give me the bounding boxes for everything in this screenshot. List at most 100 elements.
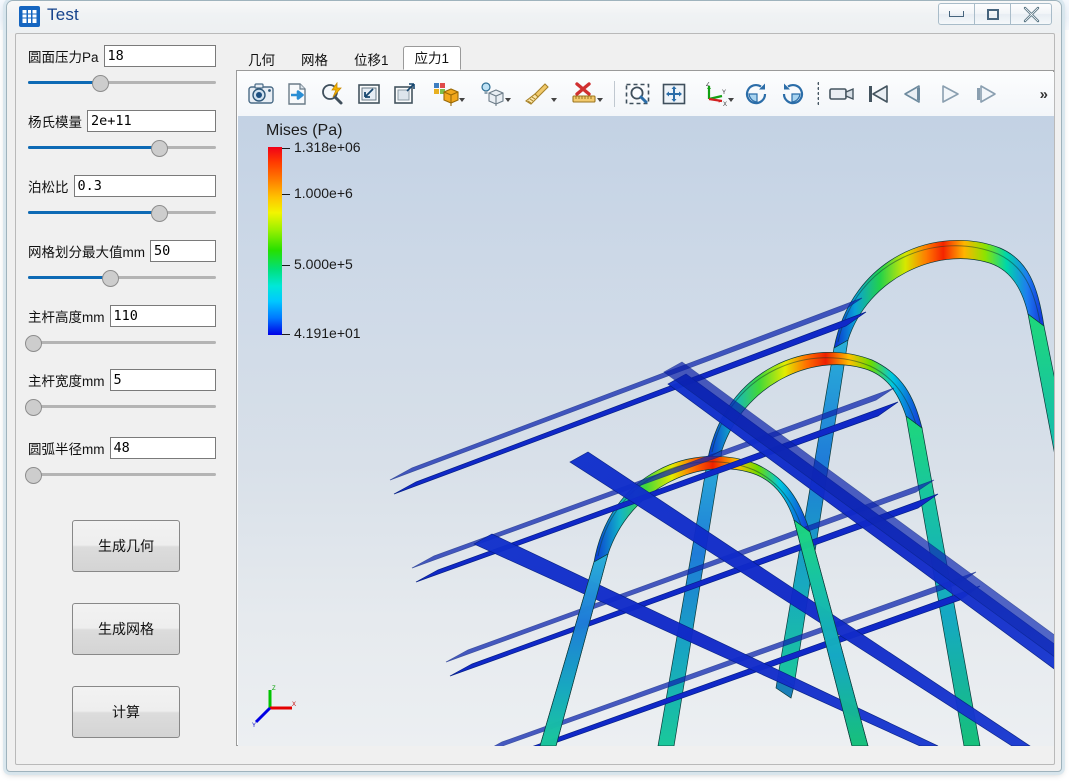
arc-radius-input[interactable] xyxy=(109,437,216,459)
compute-button[interactable]: 计算 xyxy=(72,686,180,738)
surface-pressure-slider[interactable] xyxy=(28,74,216,92)
tab-displacement-1[interactable]: 位移1 xyxy=(342,49,401,70)
application-window: Test 圆面压力Pa 18 杨氏模量 2e+11 泊松比 0.3 网格划分最大… xyxy=(6,0,1062,772)
slider-track xyxy=(28,341,216,344)
client-area: 圆面压力Pa 杨氏模量 xyxy=(15,33,1055,765)
first-frame-button[interactable] xyxy=(861,77,895,111)
viewer-frame: Z Y X » Mises (Pa) 1.318e+06 1.000e+6 5.… xyxy=(236,70,1054,746)
poisson-ratio-slider[interactable] xyxy=(28,204,216,222)
generate-geometry-button[interactable]: 生成几何 xyxy=(72,520,180,572)
slider-thumb[interactable] xyxy=(92,75,110,92)
youngs-modulus-slider[interactable] xyxy=(28,139,216,157)
mesh-max-size-input[interactable] xyxy=(150,240,216,262)
tab-bar: 几何 网格 位移1 应力1 xyxy=(236,45,463,70)
zoom-to-box-button[interactable] xyxy=(388,77,422,111)
next-frame-button[interactable] xyxy=(969,77,1003,111)
mesh-max-size-slider[interactable] xyxy=(28,269,216,287)
export-button[interactable] xyxy=(280,77,314,111)
bar-height-slider[interactable] xyxy=(25,334,216,352)
param-label: 杨氏模量 xyxy=(28,115,82,130)
zoom-selection-icon xyxy=(625,82,651,106)
poisson-ratio-input[interactable] xyxy=(73,175,216,197)
previous-frame-icon xyxy=(902,83,926,105)
param-group-poisson-ratio: 泊松比 xyxy=(16,174,228,222)
slider-track xyxy=(28,405,216,408)
next-frame-icon xyxy=(974,83,998,105)
tab-stress-1[interactable]: 应力1 xyxy=(402,46,462,70)
export-icon xyxy=(285,82,309,106)
chevron-down-icon[interactable] xyxy=(459,98,465,102)
zoom-to-box-icon xyxy=(393,82,417,106)
param-group-surface-pressure: 圆面压力Pa xyxy=(16,44,228,92)
slider-thumb[interactable] xyxy=(101,270,119,287)
rotate-cw-icon xyxy=(744,82,769,106)
param-label: 圆弧半径mm xyxy=(28,442,105,457)
camera-orientation-button[interactable]: Z Y X xyxy=(693,77,737,111)
bar-height-input[interactable] xyxy=(109,305,216,327)
toolbar-overflow-button[interactable]: » xyxy=(1040,86,1048,103)
minimize-button[interactable] xyxy=(938,3,974,25)
slider-fill xyxy=(28,146,158,149)
edit-color-map-button[interactable] xyxy=(424,77,468,111)
screenshot-button[interactable] xyxy=(244,77,278,111)
render-canvas[interactable]: Mises (Pa) 1.318e+06 1.000e+6 5.000e+5 4… xyxy=(238,116,1054,746)
zoom-selection-button[interactable] xyxy=(621,77,655,111)
fit-window-button[interactable] xyxy=(352,77,386,111)
lighting-button[interactable] xyxy=(470,77,514,111)
param-group-youngs-modulus: 杨氏模量 xyxy=(16,109,228,157)
slider-fill xyxy=(28,81,100,84)
toolbar-separator xyxy=(817,81,819,107)
chevron-down-icon[interactable] xyxy=(728,98,734,102)
bar-width-slider[interactable] xyxy=(25,398,216,416)
zoom-auto-button[interactable] xyxy=(316,77,350,111)
animation-icon xyxy=(829,84,855,104)
surface-pressure-input[interactable] xyxy=(103,45,216,67)
edit-color-map-icon xyxy=(433,82,459,106)
param-group-bar-width: 主杆宽度mm xyxy=(16,368,228,416)
chevron-down-icon[interactable] xyxy=(505,98,511,102)
minimize-icon xyxy=(949,11,964,17)
lighting-icon xyxy=(479,82,505,106)
generate-mesh-button[interactable]: 生成网格 xyxy=(72,603,180,655)
bar-width-input[interactable] xyxy=(109,369,216,391)
slider-fill xyxy=(28,276,109,279)
rotate-ccw-button[interactable] xyxy=(775,77,809,111)
svg-text:X: X xyxy=(723,102,727,106)
rotate-cw-button[interactable] xyxy=(739,77,773,111)
chevron-down-icon[interactable] xyxy=(551,98,557,102)
arc-radius-slider[interactable] xyxy=(25,466,216,484)
pan-button[interactable] xyxy=(657,77,691,111)
slider-thumb[interactable] xyxy=(150,205,168,222)
tab-mesh[interactable]: 网格 xyxy=(289,49,340,70)
title-bar[interactable]: Test xyxy=(7,1,1061,33)
slider-thumb[interactable] xyxy=(150,140,168,157)
slider-fill xyxy=(28,211,158,214)
animation-button[interactable] xyxy=(825,77,859,111)
param-label: 主杆宽度mm xyxy=(28,374,105,389)
close-button[interactable] xyxy=(1010,3,1052,25)
param-label: 圆面压力Pa xyxy=(28,50,99,65)
tab-geometry[interactable]: 几何 xyxy=(236,49,287,70)
clear-button[interactable] xyxy=(516,77,560,111)
scalar-bar-icon xyxy=(571,82,597,106)
svg-text:Y: Y xyxy=(722,90,726,96)
slider-thumb[interactable] xyxy=(25,335,42,352)
viewer-panel: 几何 网格 位移1 应力1 Z Y X » Mises (Pa) 1.318e+… xyxy=(236,46,1054,746)
chevron-down-icon[interactable] xyxy=(597,98,603,102)
maximize-button[interactable] xyxy=(974,3,1010,25)
slider-thumb[interactable] xyxy=(25,467,42,484)
youngs-modulus-input[interactable] xyxy=(87,110,216,132)
param-label: 网格划分最大值mm xyxy=(28,245,145,260)
play-icon xyxy=(938,83,962,105)
zoom-auto-icon xyxy=(320,82,346,106)
toolbar-separator xyxy=(614,81,615,107)
play-button[interactable] xyxy=(933,77,967,111)
slider-thumb[interactable] xyxy=(25,399,42,416)
close-icon xyxy=(1022,5,1041,24)
scalar-bar-button[interactable] xyxy=(562,77,606,111)
viewer-toolbar: Z Y X » xyxy=(238,72,1054,116)
window-title: Test xyxy=(47,5,79,24)
param-label: 泊松比 xyxy=(28,180,69,195)
svg-text:Y: Y xyxy=(252,723,256,728)
previous-frame-button[interactable] xyxy=(897,77,931,111)
